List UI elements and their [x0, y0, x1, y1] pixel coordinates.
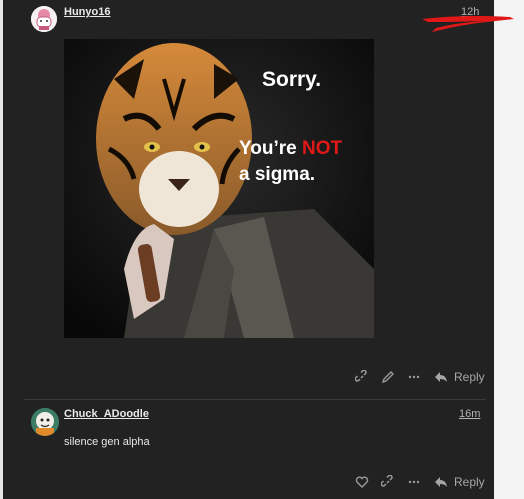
- reply-button[interactable]: Reply: [434, 370, 485, 384]
- meme-text-line2: You’re NOT: [239, 139, 342, 158]
- comment-username[interactable]: Chuck_ADoodle: [64, 408, 149, 420]
- pencil-icon[interactable]: [380, 369, 396, 385]
- red-annotation-mark: [422, 15, 514, 32]
- reply-icon: [435, 477, 447, 487]
- comment-body: silence gen alpha: [64, 436, 150, 448]
- post-actions: Reply: [354, 369, 485, 385]
- link-icon[interactable]: [380, 474, 396, 490]
- post-divider: [24, 399, 486, 400]
- meme-text-line1: Sorry.: [262, 68, 322, 91]
- left-edge: [0, 0, 3, 499]
- page-margin: [494, 0, 524, 499]
- avatar[interactable]: [31, 6, 57, 32]
- reply-label: Reply: [454, 475, 485, 489]
- more-icon[interactable]: [406, 369, 422, 385]
- avatar-image: [31, 408, 59, 436]
- link-icon[interactable]: [354, 369, 370, 385]
- reply-label: Reply: [454, 370, 485, 384]
- meme-text-not: NOT: [302, 138, 343, 159]
- reply-icon: [435, 372, 447, 382]
- more-icon[interactable]: [406, 474, 422, 490]
- post-image[interactable]: Sorry. You’re NOT a sigma.: [64, 39, 374, 338]
- meme-text-youre: You’re: [239, 138, 302, 159]
- meme-artwork: [64, 39, 374, 338]
- avatar-image: [31, 6, 57, 32]
- heart-icon[interactable]: [354, 474, 370, 490]
- comment-actions: Reply: [354, 474, 485, 490]
- reply-button[interactable]: Reply: [434, 475, 485, 489]
- post-username[interactable]: Hunyo16: [64, 6, 110, 18]
- meme-text-line3: a sigma.: [239, 164, 316, 185]
- avatar[interactable]: [31, 408, 59, 436]
- comment-timestamp[interactable]: 16m: [459, 408, 480, 420]
